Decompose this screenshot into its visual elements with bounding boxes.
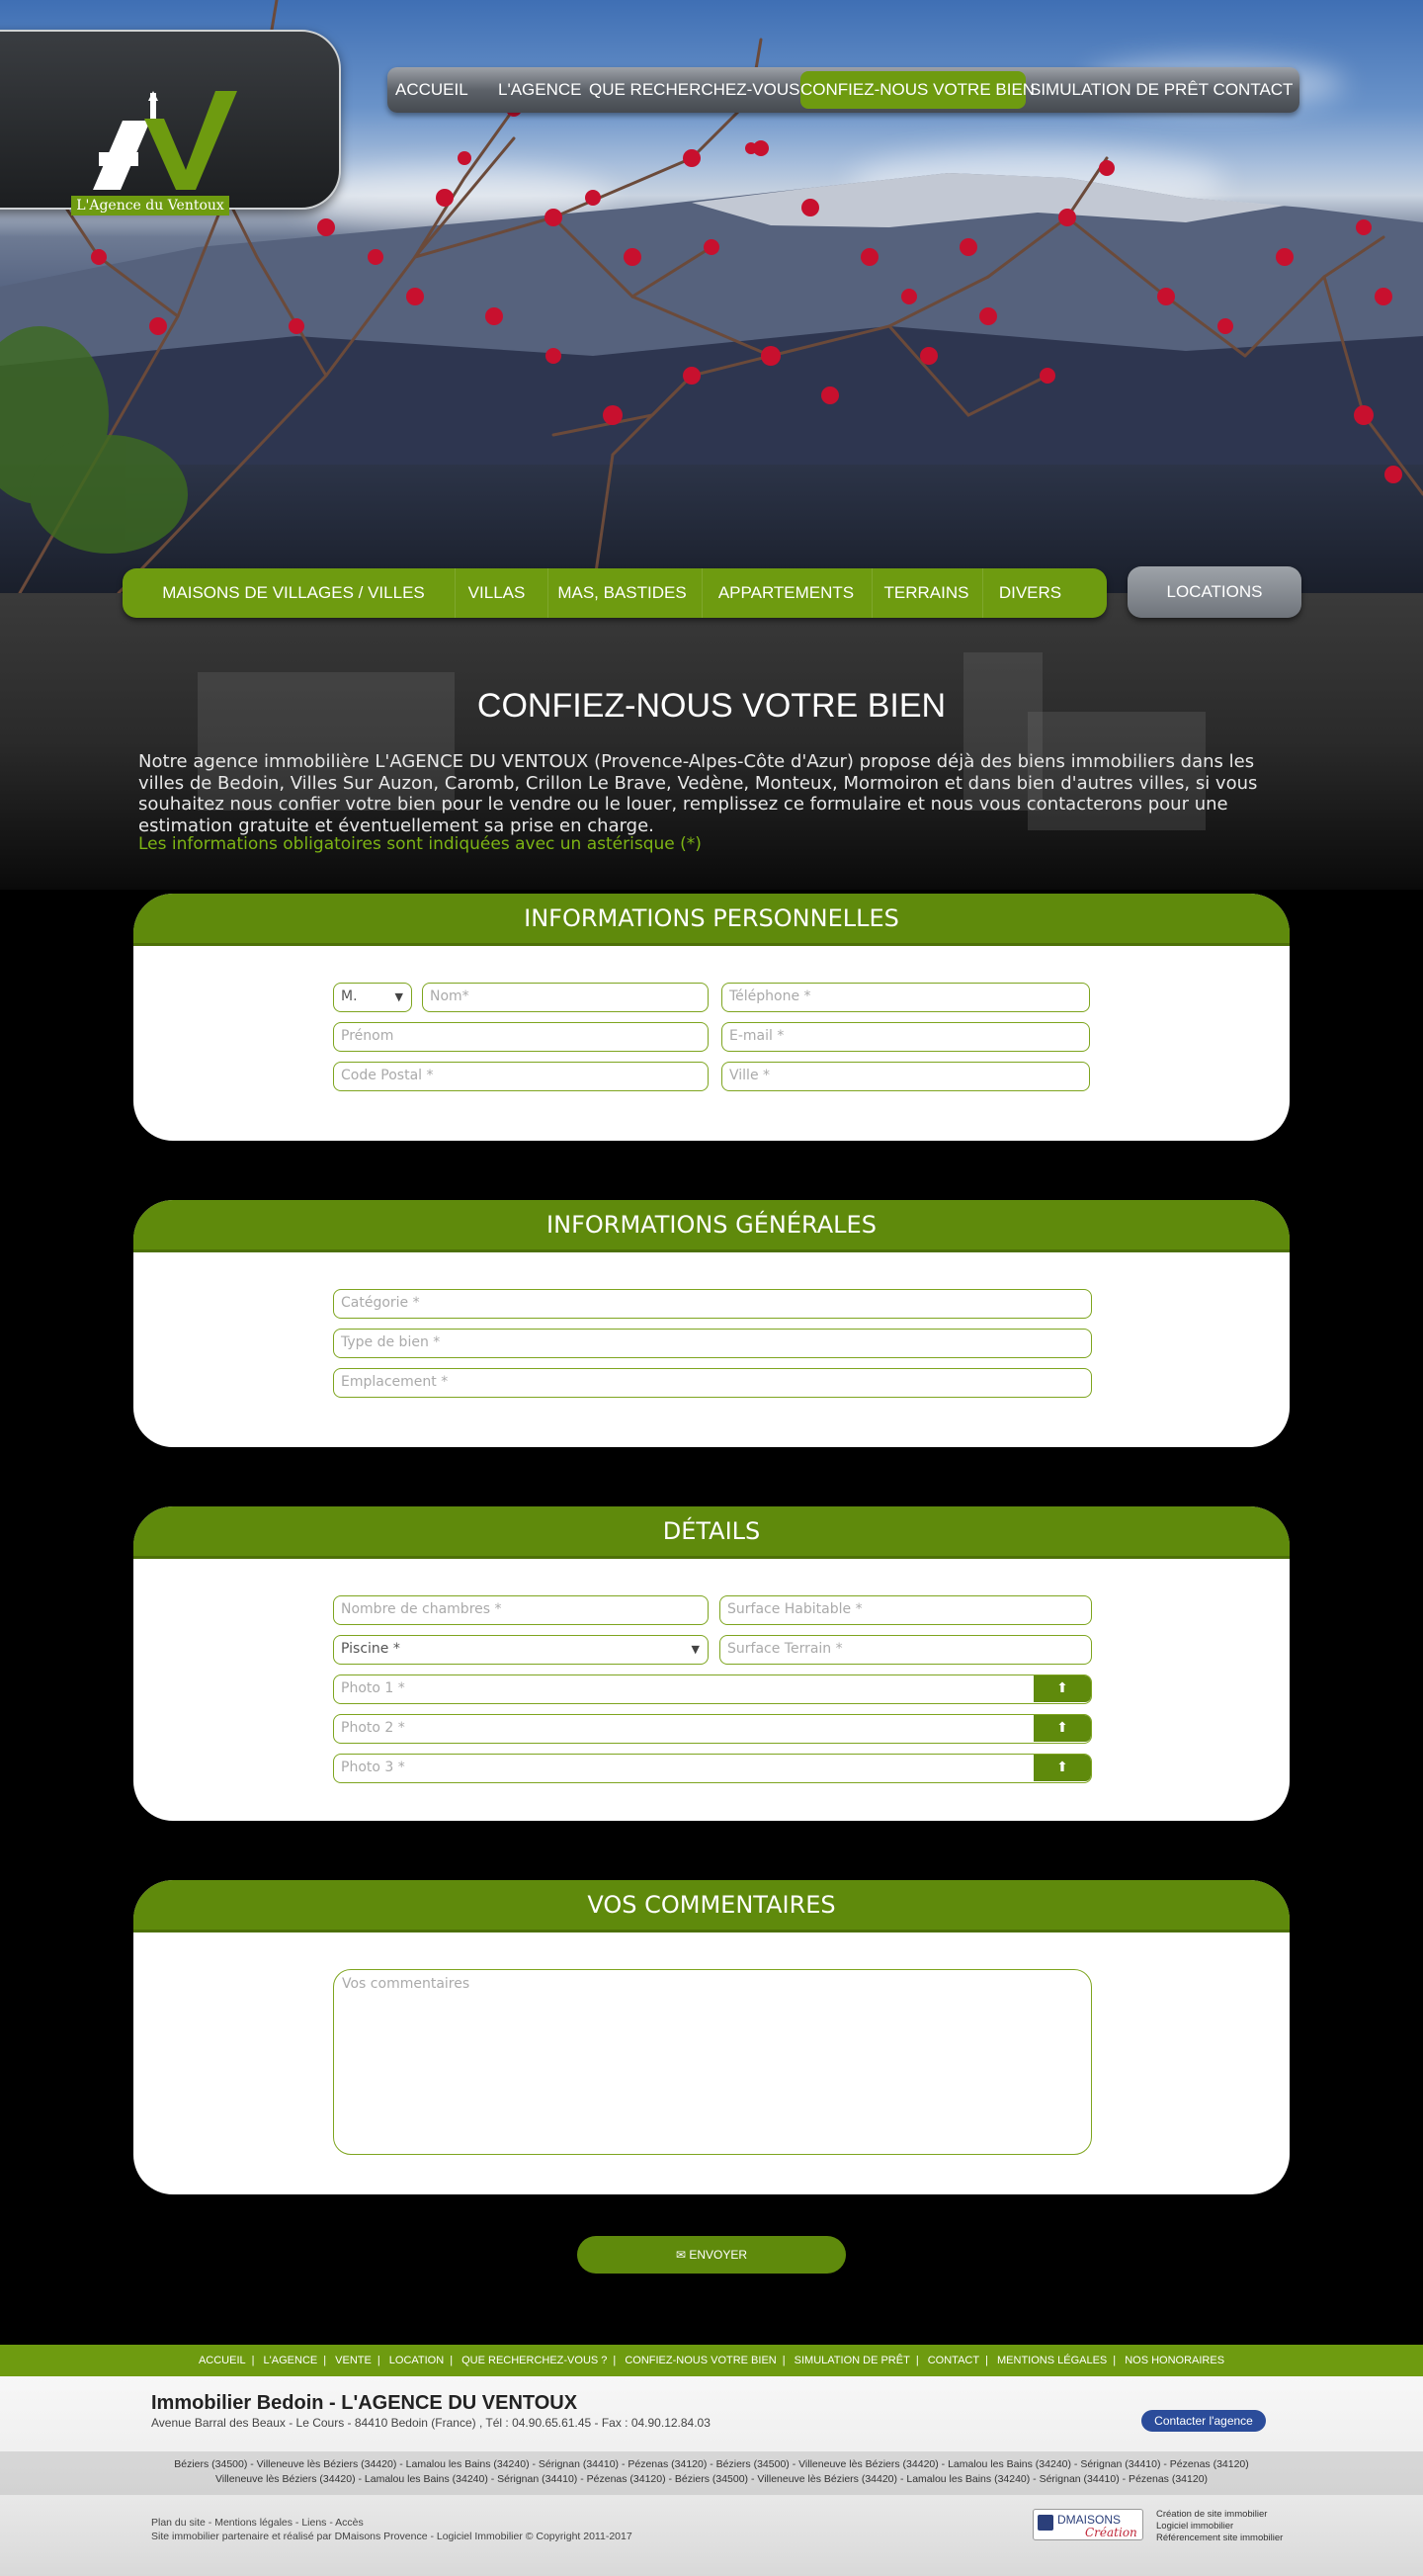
comments-textarea[interactable]: Vos commentaires (333, 1969, 1092, 2155)
footer-nav: ACCUEIL | L'AGENCE | VENTE | LOCATION | QUE … (0, 2345, 1423, 2376)
footer-link-confiez[interactable]: CONFIEZ-NOUS VOTRE BIEN (625, 2355, 776, 2366)
footer-title: Immobilier Bedoin - L'AGENCE DU VENTOUX (151, 2392, 578, 2414)
telephone-input[interactable]: Téléphone * (721, 983, 1090, 1012)
category-divers[interactable]: DIVERS (982, 568, 1077, 618)
nav-agence[interactable]: L'AGENCE (498, 71, 582, 109)
category-maisons[interactable]: MAISONS DE VILLAGES / VILLES (158, 568, 429, 618)
nav-simulation[interactable]: SIMULATION DE PRÊT (1030, 71, 1209, 109)
footer-link-location[interactable]: LOCATION (389, 2355, 444, 2366)
ville-input[interactable]: Ville * (721, 1062, 1090, 1091)
comments-title: VOS COMMENTAIRES (133, 1880, 1290, 1930)
footer-link-recherchez[interactable]: QUE RECHERCHEZ-VOUS ? (461, 2355, 607, 2366)
nav-contact[interactable]: CONTACT (1213, 71, 1294, 109)
category-appartements[interactable]: APPARTEMENTS (702, 568, 870, 618)
surface-habitable-input[interactable]: Surface Habitable * (719, 1595, 1092, 1625)
prenom-input[interactable]: Prénom (333, 1022, 709, 1052)
envelope-icon: ✉ (675, 2248, 687, 2262)
upload-icon[interactable]: ⬆ (1034, 1755, 1091, 1781)
nav-confiez[interactable]: CONFIEZ-NOUS VOTRE BIEN (800, 71, 1035, 109)
photo2-label: Photo 2 * (341, 1720, 405, 1736)
dmaisons-logo[interactable]: DMAISONS Création (1033, 2509, 1143, 2540)
footer-link-mentions[interactable]: MENTIONS LÉGALES (997, 2355, 1107, 2366)
surface-terrain-input[interactable]: Surface Terrain * (719, 1635, 1092, 1665)
footer-link-simulation[interactable]: SIMULATION DE PRÊT (795, 2355, 910, 2366)
category-terrains[interactable]: TERRAINS (872, 568, 980, 618)
personal-info-title: INFORMATIONS PERSONNELLES (133, 894, 1290, 943)
footer-links: Plan du site - Mentions légales - Liens … (151, 2516, 632, 2543)
photo1-input[interactable]: Photo 1 * ⬆ (333, 1674, 1092, 1704)
dmaisons-sub: Création (1085, 2526, 1137, 2539)
separator: | (323, 2355, 327, 2366)
photo1-label: Photo 1 * (341, 1680, 405, 1696)
dmaisons-tags: Création de site immobilier Logiciel imm… (1156, 2509, 1283, 2544)
piscine-select[interactable]: Piscine * ▼ (333, 1635, 709, 1665)
categorie-input[interactable]: Catégorie * (333, 1289, 1092, 1319)
code-postal-input[interactable]: Code Postal * (333, 1062, 709, 1091)
separator: | (915, 2355, 919, 2366)
chambres-input[interactable]: Nombre de chambres * (333, 1595, 709, 1625)
personal-info-panel: INFORMATIONS PERSONNELLES M. ▼ Nom* Télé… (133, 894, 1290, 1141)
logo-panel[interactable]: L'Agence du Ventoux (0, 30, 341, 215)
dmaisons-tag[interactable]: Logiciel immobilier (1156, 2521, 1283, 2533)
upload-icon[interactable]: ⬆ (1034, 1675, 1091, 1702)
submit-label: ENVOYER (689, 2248, 748, 2262)
footer-link-agence[interactable]: L'AGENCE (264, 2355, 318, 2366)
dmaisons-name: DMAISONS (1057, 2513, 1122, 2527)
logo-text: L'Agence du Ventoux (71, 196, 229, 215)
type-bien-input[interactable]: Type de bien * (333, 1329, 1092, 1358)
logo-icon (93, 91, 237, 190)
upload-icon[interactable]: ⬆ (1034, 1715, 1091, 1742)
cities-line: Béziers (34500) - Villeneuve lès Béziers… (174, 2458, 1249, 2470)
emplacement-input[interactable]: Emplacement * (333, 1368, 1092, 1398)
separator: | (613, 2355, 617, 2366)
chevron-down-icon: ▼ (691, 1643, 700, 1656)
photo2-input[interactable]: Photo 2 * ⬆ (333, 1714, 1092, 1744)
mandatory-note: Les informations obligatoires sont indiq… (138, 834, 702, 854)
dmaisons-tag[interactable]: Référencement site immobilier (1156, 2533, 1283, 2544)
separator: | (782, 2355, 786, 2366)
footer-cities: Béziers (34500) - Villeneuve lès Béziers… (0, 2451, 1423, 2495)
dmaisons-tag[interactable]: Création de site immobilier (1156, 2509, 1283, 2521)
separator: | (251, 2355, 255, 2366)
contact-agency-button[interactable]: Contacter l'agence (1141, 2410, 1266, 2432)
details-panel: DÉTAILS Nombre de chambres * Surface Hab… (133, 1506, 1290, 1821)
locations-button[interactable]: LOCATIONS (1128, 566, 1301, 618)
footer-address: Avenue Barral des Beaux - Le Cours - 844… (151, 2416, 711, 2430)
category-villas[interactable]: VILLAS (455, 568, 538, 618)
main-nav: ACCUEIL L'AGENCE QUE RECHERCHEZ-VOUS ? C… (387, 67, 1299, 113)
general-info-panel: INFORMATIONS GÉNÉRALES Catégorie * Type … (133, 1200, 1290, 1447)
footer-link-honoraires[interactable]: NOS HONORAIRES (1125, 2355, 1224, 2366)
photo3-input[interactable]: Photo 3 * ⬆ (333, 1754, 1092, 1783)
footer-link-vente[interactable]: VENTE (335, 2355, 372, 2366)
piscine-value: Piscine * (341, 1641, 400, 1657)
photo3-label: Photo 3 * (341, 1760, 405, 1775)
submit-button[interactable]: ✉ ENVOYER (577, 2236, 846, 2274)
category-mas-bastides[interactable]: MAS, BASTIDES (547, 568, 696, 618)
page-title: CONFIEZ-NOUS VOTRE BIEN (476, 687, 947, 725)
civility-select[interactable]: M. ▼ (333, 983, 412, 1012)
general-info-title: INFORMATIONS GÉNÉRALES (133, 1200, 1290, 1249)
separator: | (985, 2355, 988, 2366)
footer: Immobilier Bedoin - L'AGENCE DU VENTOUX … (0, 2376, 1423, 2576)
comments-panel: VOS COMMENTAIRES Vos commentaires (133, 1880, 1290, 2194)
separator: | (1113, 2355, 1117, 2366)
separator: | (450, 2355, 454, 2366)
dmaisons-icon (1038, 2515, 1053, 2531)
email-input[interactable]: E-mail * (721, 1022, 1090, 1052)
intro-text: Notre agence immobilière L'AGENCE DU VEN… (138, 751, 1258, 836)
separator: | (377, 2355, 380, 2366)
details-title: DÉTAILS (133, 1506, 1290, 1556)
footer-link-accueil[interactable]: ACCUEIL (199, 2355, 246, 2366)
cities-line: Villeneuve lès Béziers (34420) - Lamalou… (214, 2473, 1209, 2485)
chevron-down-icon: ▼ (394, 990, 403, 1003)
footer-link-contact[interactable]: CONTACT (928, 2355, 979, 2366)
footer-credits: Site immobilier partenaire et réalisé pa… (151, 2531, 632, 2542)
category-bar: MAISONS DE VILLAGES / VILLES VILLAS MAS,… (123, 568, 1107, 618)
nom-input[interactable]: Nom* (422, 983, 709, 1012)
footer-sitemap-links[interactable]: Plan du site - Mentions légales - Liens … (151, 2516, 632, 2530)
nav-accueil[interactable]: ACCUEIL (395, 71, 468, 109)
nav-recherchez[interactable]: QUE RECHERCHEZ-VOUS ? (589, 71, 814, 109)
civility-value: M. (341, 988, 358, 1004)
